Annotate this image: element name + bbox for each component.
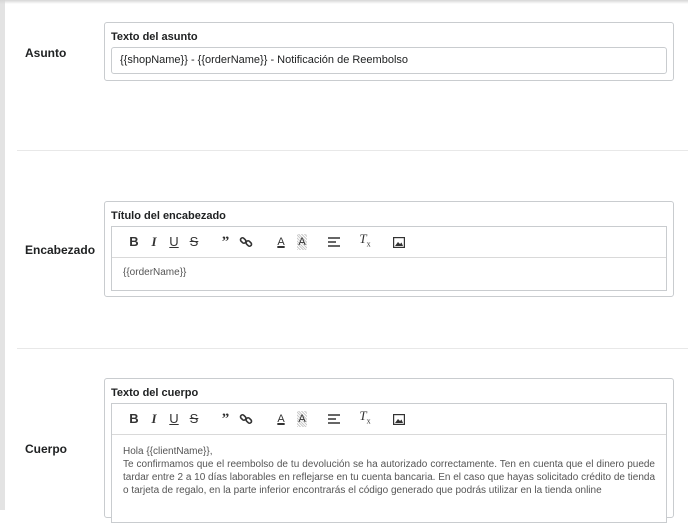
subject-card-title: Texto del asunto [111, 31, 198, 43]
strikethrough-icon[interactable]: S [185, 234, 203, 250]
body-section-label: Cuerpo [25, 442, 67, 456]
header-editor[interactable]: B I U S ” A A Tx {{orderName}} [111, 226, 667, 291]
subject-section-label: Asunto [25, 46, 67, 60]
body-card: Texto del cuerpo B I U S ” A A Tx Hola {{client… [104, 378, 674, 523]
background-color-icon[interactable]: A [293, 234, 311, 250]
underline-icon[interactable]: U [165, 234, 183, 250]
text-color-icon[interactable]: A [272, 234, 290, 250]
body-editor-line: Te confirmamos que el reembolso de tu de… [123, 459, 656, 496]
section-divider [17, 150, 688, 151]
clear-format-icon[interactable]: Tx [356, 408, 374, 427]
section-divider [17, 348, 688, 349]
image-icon[interactable] [390, 411, 408, 427]
underline-icon[interactable]: U [165, 411, 183, 427]
top-shadow [0, 0, 688, 4]
align-icon[interactable] [325, 234, 343, 250]
bold-icon[interactable]: B [125, 411, 143, 427]
text-color-icon[interactable]: A [272, 411, 290, 427]
body-editor[interactable]: B I U S ” A A Tx Hola {{clientName}}, Te confir… [111, 403, 667, 523]
bold-icon[interactable]: B [125, 234, 143, 250]
italic-icon[interactable]: I [145, 234, 163, 250]
link-icon[interactable] [237, 234, 255, 250]
subject-card: Texto del asunto {{shopName}} - {{orderN… [104, 22, 674, 81]
image-icon[interactable] [390, 234, 408, 250]
body-editor-line: Hola {{clientName}}, [123, 446, 213, 457]
header-editor-toolbar: B I U S ” A A Tx [112, 227, 666, 258]
header-card: Título del encabezado B I U S ” A A Tx {{orderN… [104, 201, 674, 297]
subject-input[interactable]: {{shopName}} - {{orderName}} - Notificac… [111, 47, 667, 74]
align-icon[interactable] [325, 411, 343, 427]
body-editor-toolbar: B I U S ” A A Tx [112, 404, 666, 435]
body-card-title: Texto del cuerpo [111, 387, 199, 399]
link-icon[interactable] [237, 411, 255, 427]
header-card-title: Título del encabezado [111, 210, 226, 222]
header-editor-content[interactable]: {{orderName}} [112, 258, 666, 290]
body-editor-content[interactable]: Hola {{clientName}}, Te confirmamos que … [112, 435, 666, 522]
blockquote-icon[interactable]: ” [216, 411, 234, 427]
background-color-icon[interactable]: A [293, 411, 311, 427]
italic-icon[interactable]: I [145, 411, 163, 427]
strikethrough-icon[interactable]: S [185, 411, 203, 427]
header-editor-text: {{orderName}} [123, 267, 187, 278]
blockquote-icon[interactable]: ” [216, 234, 234, 250]
header-section-label: Encabezado [25, 243, 96, 257]
clear-format-icon[interactable]: Tx [356, 231, 374, 250]
left-edge [0, 0, 5, 510]
